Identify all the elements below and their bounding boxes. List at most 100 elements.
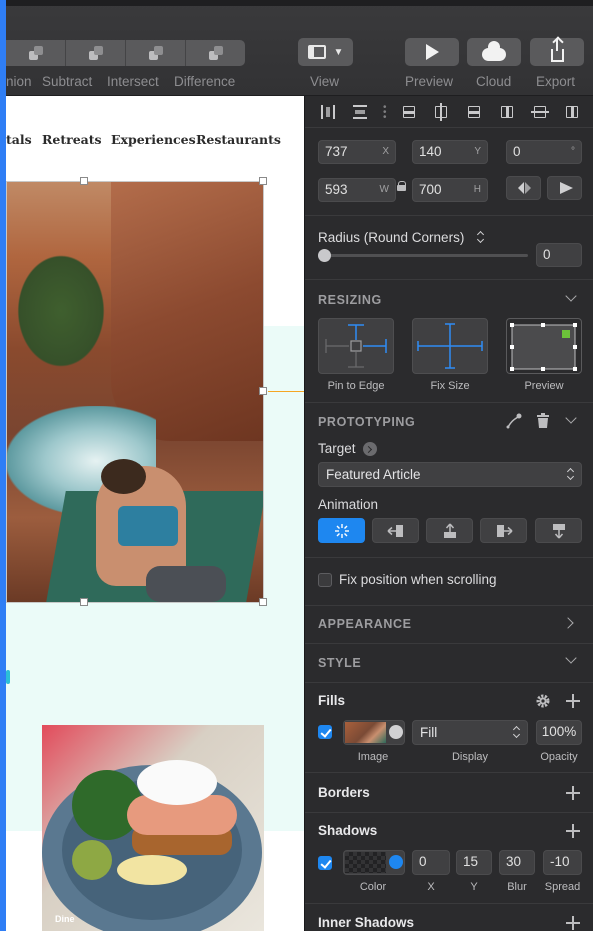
pin-to-edge-label: Pin to Edge: [327, 380, 385, 392]
color-picker-icon[interactable]: [389, 855, 403, 869]
radius-slider-knob[interactable]: [318, 249, 331, 262]
add-fill-icon[interactable]: [566, 694, 580, 708]
card-category-label: Dine: [55, 914, 75, 924]
export-button[interactable]: [530, 38, 584, 66]
resize-handle-bottom[interactable]: [80, 598, 88, 606]
intersect-button[interactable]: [126, 40, 186, 66]
shadow-blur-value: 30: [506, 854, 522, 869]
export-label: Export: [536, 74, 576, 89]
view-button[interactable]: ▼: [298, 38, 353, 66]
animation-label: Animation: [318, 497, 379, 512]
resizing-collapse-icon[interactable]: [565, 290, 577, 302]
intersect-label: Intersect: [107, 74, 159, 89]
toolbar-separator: • • •: [383, 102, 387, 123]
distribute-vertical-icon[interactable]: [351, 103, 369, 121]
align-right-icon[interactable]: [563, 103, 581, 121]
appearance-expand-icon[interactable]: [562, 617, 574, 629]
inner-shadows-title: Inner Shadows: [318, 915, 415, 930]
add-shadow-icon[interactable]: [566, 824, 580, 838]
inspector-panel: • • • 737 X 140 Y 0 ° 593 W 700 H Radius…: [304, 96, 593, 931]
align-top-icon[interactable]: [400, 103, 418, 121]
cloud-button[interactable]: [467, 38, 521, 66]
fill-opacity-value: 100%: [541, 724, 577, 739]
preview-button[interactable]: [405, 38, 459, 66]
radius-value: 0: [543, 247, 551, 262]
nav-item-retreats[interactable]: Retreats: [42, 132, 102, 147]
fix-position-label: Fix position when scrolling: [339, 572, 497, 587]
nav-item-experiences[interactable]: Experiences: [111, 132, 196, 147]
restaurant-card-image[interactable]: Dine: [42, 725, 264, 931]
resize-handle-top-right[interactable]: [259, 177, 267, 185]
pin-to-edge-option[interactable]: [318, 318, 394, 374]
union-button[interactable]: [6, 40, 66, 66]
height-value: 700: [419, 182, 442, 197]
radius-mode-stepper-icon[interactable]: [477, 232, 484, 243]
image-options-icon[interactable]: [389, 725, 403, 739]
shadow-blur-field[interactable]: 30: [499, 850, 535, 875]
share-icon: [550, 38, 564, 62]
site-navigation: tals Retreats Experiences Restaurants: [6, 132, 304, 152]
align-left-icon[interactable]: [498, 103, 516, 121]
animation-none-option[interactable]: [318, 518, 365, 543]
add-border-icon[interactable]: [566, 786, 580, 800]
animation-slide-right-option[interactable]: [480, 518, 527, 543]
subtract-button[interactable]: [66, 40, 126, 66]
canvas[interactable]: tals Retreats Experiences Restaurants Di…: [6, 96, 304, 931]
gear-icon[interactable]: [535, 693, 551, 709]
distribute-horizontal-icon[interactable]: [319, 103, 337, 121]
animation-slide-up-option[interactable]: [426, 518, 473, 543]
animation-slide-left-option[interactable]: [372, 518, 419, 543]
rotation-field[interactable]: 0 °: [506, 140, 582, 164]
style-collapse-icon[interactable]: [565, 652, 577, 664]
align-middle-icon[interactable]: [432, 103, 450, 121]
x-position-field[interactable]: 737 X: [318, 140, 396, 164]
shadow-spread-value: -10: [550, 854, 570, 869]
go-to-target-icon[interactable]: [363, 442, 377, 456]
y-position-field[interactable]: 140 Y: [412, 140, 488, 164]
shadow-y-field[interactable]: 15: [456, 850, 492, 875]
align-center-icon[interactable]: [531, 103, 549, 121]
shadow-y-label: Y: [470, 881, 478, 893]
target-label: Target: [318, 441, 356, 456]
slide-right-icon: [496, 524, 512, 537]
shadow-x-field[interactable]: 0: [412, 850, 450, 875]
fill-enabled-checkbox[interactable]: [318, 725, 332, 739]
title-bar-strip: [6, 0, 593, 6]
prototyping-collapse-icon[interactable]: [565, 412, 577, 424]
lock-icon[interactable]: [397, 181, 406, 191]
flip-vertical-icon: [560, 182, 573, 194]
trash-icon[interactable]: [536, 413, 550, 429]
resize-handle-top[interactable]: [80, 177, 88, 185]
fix-position-checkbox[interactable]: [318, 573, 332, 587]
nav-item-rentals[interactable]: tals: [6, 132, 32, 147]
fill-image-well[interactable]: [343, 720, 405, 745]
difference-icon: [208, 46, 223, 60]
add-inner-shadow-icon[interactable]: [566, 916, 580, 930]
flip-vertical-button[interactable]: [547, 176, 582, 200]
shadow-spread-field[interactable]: -10: [543, 850, 582, 875]
width-field[interactable]: 593 W: [318, 178, 396, 202]
shadow-color-label: Color: [359, 881, 387, 893]
fix-size-option[interactable]: [412, 318, 488, 374]
prototyping-section-title: PROTOTYPING: [318, 415, 416, 429]
union-icon: [28, 46, 43, 60]
target-select[interactable]: Featured Article: [318, 462, 582, 487]
radius-slider-track[interactable]: [318, 254, 528, 257]
link-hotspot-icon[interactable]: [505, 412, 523, 430]
play-icon: [425, 44, 439, 60]
fill-opacity-field[interactable]: 100%: [536, 720, 582, 745]
resize-handle-bottom-right[interactable]: [259, 598, 267, 606]
radius-field[interactable]: 0: [536, 243, 582, 267]
resize-handle-right[interactable]: [259, 387, 267, 395]
shadow-enabled-checkbox[interactable]: [318, 856, 332, 870]
height-field[interactable]: 700 H: [412, 178, 488, 202]
flip-horizontal-button[interactable]: [506, 176, 541, 200]
animation-slide-down-option[interactable]: [535, 518, 582, 543]
align-bottom-icon[interactable]: [465, 103, 483, 121]
featured-article-image[interactable]: [6, 181, 263, 602]
fill-display-value: Fill: [420, 725, 438, 740]
shadow-color-well[interactable]: [343, 850, 405, 875]
nav-item-restaurants[interactable]: Restaurants: [196, 132, 281, 147]
difference-button[interactable]: [186, 40, 245, 66]
fill-display-select[interactable]: Fill: [412, 720, 528, 745]
